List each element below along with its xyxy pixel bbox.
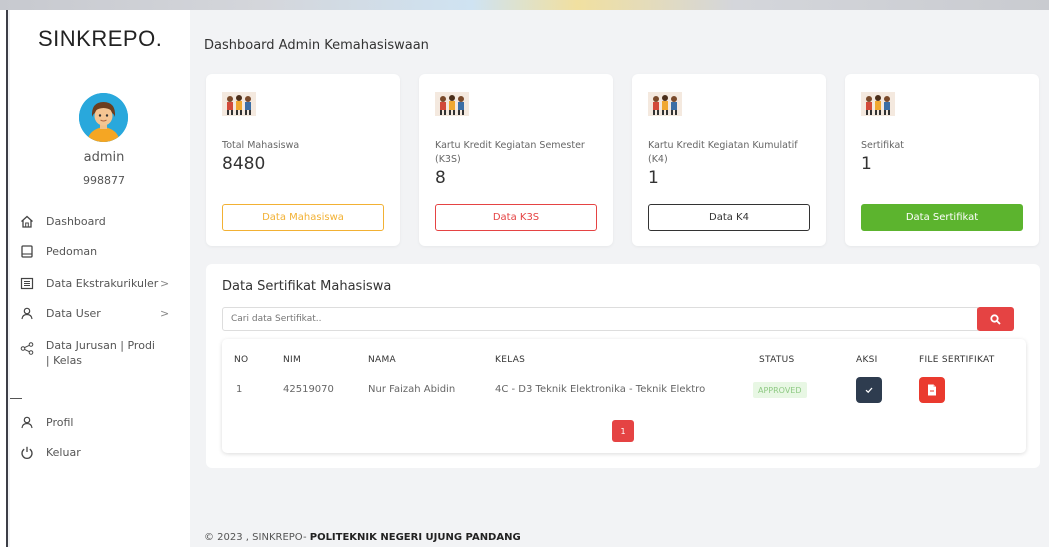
card-value: 8480 [222,154,266,174]
top-banner [0,0,1049,10]
avatar [79,93,128,142]
card-value: 8 [435,168,446,188]
panel-title: Data Sertifikat Mahasiswa [222,279,392,294]
approve-button[interactable] [856,377,882,403]
window-edge [0,10,8,547]
sidebar-item-label: Data Jurusan | Prodi | Kelas [45,339,155,367]
column-header: KELAS [495,355,526,365]
column-header: STATUS [759,355,795,365]
students-illustration-icon [222,92,256,116]
sidebar-item-keluar[interactable]: Keluar [20,446,81,460]
power-icon [20,446,36,460]
home-icon [20,215,36,229]
column-header: NO [234,355,249,365]
divider [10,398,22,399]
cell-nim: 42519070 [283,384,334,395]
students-illustration-icon [435,92,469,116]
cell-kelas: 4C - D3 Teknik Elektronika - Teknik Elek… [495,384,706,395]
page-title: Dashboard Admin Kemahasiswaan [204,38,429,53]
footer: © 2023 , SINKREPO- POLITEKNIK NEGERI UJU… [204,532,521,543]
search-input[interactable] [222,307,978,331]
sidebar-item-label: Data Ekstrakurikuler [46,277,159,290]
user-avatar-icon [79,93,128,142]
data-mahasiswa-button[interactable]: Data Mahasiswa [222,204,384,231]
data-sertifikat-button[interactable]: Data Sertifikat [861,204,1023,231]
user-icon [20,307,36,321]
chevron-right-icon: > [160,277,170,290]
main-content: Dashboard Admin Kemahasiswaan Total Maha… [190,10,1049,547]
user-id: 998877 [83,174,125,187]
card-label: Sertifikat [861,140,905,151]
sidebar-item-pedoman[interactable]: Pedoman [20,245,97,259]
card-label: Kartu Kredit Kegiatan Semester (K3S) [435,140,585,165]
card-total-mahasiswa: Total Mahasiswa 8480 Data Mahasiswa [206,74,400,246]
search-button[interactable] [977,307,1014,331]
data-k4-button[interactable]: Data K4 [648,204,810,231]
sidebar-item-label: Pedoman [46,245,98,258]
card-value: 1 [648,168,659,188]
students-illustration-icon [861,92,895,116]
file-icon [928,384,936,396]
share-icon [20,342,36,356]
sidebar-item-data-user[interactable]: Data User > [20,307,180,321]
sidebar-item-label: Profil [46,416,74,429]
card-label: Kartu Kredit Kegiatan Kumulatif (K4) [648,140,798,165]
cell-no: 1 [236,384,243,395]
user-name: admin [83,150,125,165]
sidebar-item-label: Data User [46,307,101,320]
students-illustration-icon [648,92,682,116]
column-header: FILE SERTIFIKAT [919,355,995,365]
sidebar-item-jurusan[interactable]: Data Jurusan | Prodi | Kelas [20,338,155,368]
card-sertifikat: Sertifikat 1 Data Sertifikat [845,74,1039,246]
sertifikat-panel: Data Sertifikat Mahasiswa NO NIM NAMA KE… [206,264,1040,468]
cell-nama: Nur Faizah Abidin [368,384,456,395]
user-icon [20,416,36,430]
list-box-icon [20,277,36,291]
status-badge: APPROVED [753,382,807,398]
pagination-page-1[interactable]: 1 [612,420,634,442]
sidebar-item-dashboard[interactable]: Dashboard [20,215,106,229]
search-icon [990,313,1001,325]
card-k4: Kartu Kredit Kegiatan Kumulatif (K4) 1 D… [632,74,826,246]
footer-copyright: © 2023 , SINKREPO- [204,532,310,543]
column-header: NAMA [368,355,397,365]
sidebar-item-profil[interactable]: Profil [20,416,73,430]
file-sertifikat-button[interactable] [919,377,945,403]
card-k3s: Kartu Kredit Kegiatan Semester (K3S) 8 D… [419,74,613,246]
sidebar-item-label: Keluar [46,446,81,459]
check-icon [865,387,873,394]
brand-logo[interactable]: SINKREPO. [38,26,162,52]
sertifikat-table: NO NIM NAMA KELAS STATUS AKSI FILE SERTI… [222,339,1026,453]
sidebar-item-ekstrakurikuler[interactable]: Data Ekstrakurikuler > [20,277,180,291]
sidebar-item-label: Dashboard [46,215,106,228]
chevron-right-icon: > [160,307,170,320]
card-value: 1 [861,154,872,174]
card-label: Total Mahasiswa [222,140,300,151]
data-k3s-button[interactable]: Data K3S [435,204,597,231]
footer-org: POLITEKNIK NEGERI UJUNG PANDANG [309,532,521,543]
book-icon [20,245,36,259]
column-header: NIM [283,355,302,365]
column-header: AKSI [856,355,878,365]
